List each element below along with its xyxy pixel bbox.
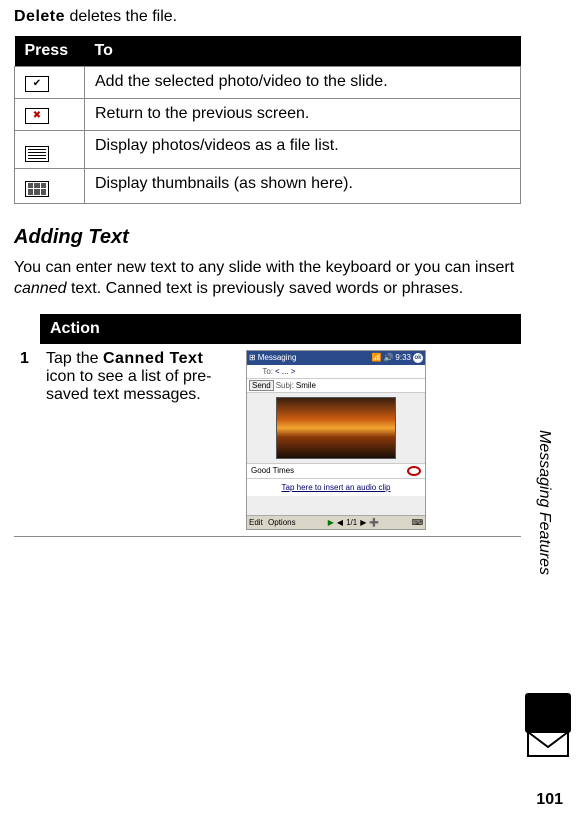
bottombar-nav: ▶ ◀ 1/1 ▶ ➕ [328,518,380,527]
caption-text[interactable]: Good Times [251,466,294,475]
page-number: 101 [536,791,563,809]
insert-audio-link[interactable]: Tap here to insert an audio clip [247,479,425,496]
delete-label: Delete [14,8,65,25]
titlebar-right: 📶 🔊 9:33 ok [371,353,423,363]
top-instruction: Delete deletes the file. [14,8,521,26]
options-menu[interactable]: Options [268,518,296,527]
titlebar-time: 9:33 [395,353,411,362]
heading-adding-text: Adding Text [14,226,521,249]
header-action: Action [40,314,521,344]
x-icon: ✖ [25,108,49,124]
table-row: Display thumbnails (as shown here). [15,169,521,204]
step-text: Tap the Canned Text icon to see a list o… [40,344,240,537]
press-to-table: Press To ✔ Add the selected photo/video … [14,36,521,204]
header-to: To [85,36,521,67]
subj-value[interactable]: Smile [296,381,316,390]
sunset-photo[interactable] [276,397,396,459]
next-icon[interactable]: ▶ [360,518,366,527]
caption-row: Good Times [247,463,425,479]
windows-icon: ⊞ [249,353,256,362]
prev-icon[interactable]: ◀ [337,518,343,527]
para-italic: canned [14,280,67,297]
row-desc: Display photos/videos as a file list. [85,131,521,169]
send-button[interactable]: Send [249,380,274,391]
subj-label: Subj: [276,381,294,390]
bottombar-left: Edit Options [249,518,296,527]
screenshot-cell: ⊞ Messaging 📶 🔊 9:33 ok S To: < [240,344,521,537]
add-icon[interactable]: ➕ [369,518,379,527]
subj-row: Send Subj: Smile [247,379,425,393]
messaging-chapter-icon [525,693,571,757]
ok-button[interactable]: ok [413,353,423,363]
table-row: ✖ Return to the previous screen. [15,99,521,131]
para-pre: You can enter new text to any slide with… [14,259,514,276]
to-nav[interactable]: < ... > [275,367,295,376]
empty-header [14,314,40,344]
table-row: 1 Tap the Canned Text icon to see a list… [14,344,521,537]
step-number: 1 [14,344,40,537]
envelope-icon [527,723,569,757]
screenshot-titlebar: ⊞ Messaging 📶 🔊 9:33 ok [247,351,425,365]
side-section-label: Messaging Features [535,430,553,575]
list-icon [25,146,49,162]
play-icon[interactable]: ▶ [328,518,334,527]
bottom-bar: Edit Options ▶ ◀ 1/1 ▶ ➕ ⌨ [247,515,425,529]
row-desc: Display thumbnails (as shown here). [85,169,521,204]
keyboard-icon[interactable]: ⌨ [411,518,423,527]
para-post: text. Canned text is previously saved wo… [67,280,464,297]
to-row: S To: < ... > [247,365,425,379]
delete-rest: deletes the file. [65,8,177,25]
table-row: ✔ Add the selected photo/video to the sl… [15,67,521,99]
device-screenshot: ⊞ Messaging 📶 🔊 9:33 ok S To: < [246,350,426,530]
row-desc: Add the selected photo/video to the slid… [85,67,521,99]
to-label: To: [262,367,273,376]
titlebar-start: ⊞ Messaging [249,353,296,362]
action-table: Action 1 Tap the Canned Text icon to see… [14,314,521,537]
titlebar-title: Messaging [258,353,297,362]
canned-text-icon-highlight[interactable] [407,466,421,476]
speaker-icon: 🔊 [383,353,393,362]
adding-text-paragraph: You can enter new text to any slide with… [14,257,521,300]
signal-icon: 📶 [371,353,381,362]
header-press: Press [15,36,85,67]
check-icon: ✔ [25,76,49,92]
row-desc: Return to the previous screen. [85,99,521,131]
pager: 1/1 [346,518,357,527]
grid-icon [25,181,49,197]
edit-menu[interactable]: Edit [249,518,263,527]
table-row: Display photos/videos as a file list. [15,131,521,169]
